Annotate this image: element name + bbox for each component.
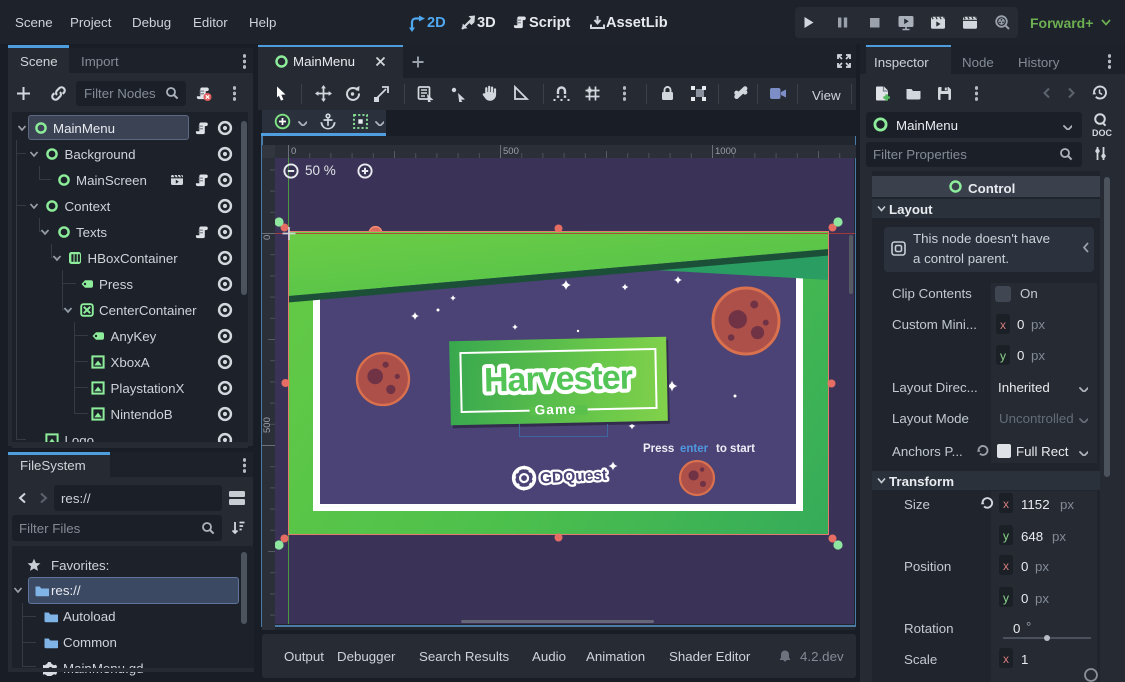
svg-text:DOC: DOC bbox=[1092, 128, 1113, 138]
